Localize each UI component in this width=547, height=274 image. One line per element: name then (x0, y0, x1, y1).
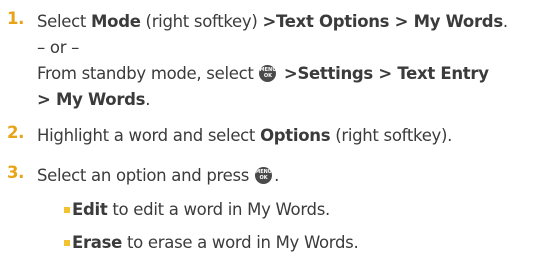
step-text: From standby mode, select (37, 64, 259, 83)
step-text: . (502, 12, 508, 31)
menu-path: >Text Options > My Words (262, 12, 503, 31)
step-body: Select Mode (right softkey) >Text Option… (37, 9, 545, 113)
step-text: Select (37, 12, 92, 31)
menu-path: > My Words (37, 90, 146, 109)
ok-key-label: OK (263, 73, 273, 79)
list-item: Edit to edit a word in My Words. (72, 197, 542, 223)
step-text: Highlight a word and select (37, 126, 261, 145)
step-text: . (145, 90, 151, 109)
step-body: Highlight a word and select Options (rig… (37, 123, 545, 149)
step-line: > My Words. (37, 87, 545, 113)
erase-label: Erase (72, 233, 123, 252)
menu-ok-key-icon: MENU OK (259, 65, 277, 82)
step-text: (right softkey) (140, 12, 263, 31)
step-text: (right softkey). (330, 126, 453, 145)
options-label: Options (260, 126, 331, 145)
edit-label: Edit (72, 200, 108, 219)
step-text: . (274, 166, 280, 185)
step-number: 3. (7, 163, 25, 182)
step-line: Highlight a word and select Options (rig… (37, 123, 545, 149)
option-text: to edit a word in My Words. (107, 200, 330, 219)
step-line: – or – (37, 38, 80, 57)
menu-ok-key-icon: MENU OK (255, 167, 273, 184)
mode-label: Mode (91, 12, 141, 31)
ok-key-label: OK (259, 175, 268, 181)
option-text: to erase a word in My Words. (122, 233, 359, 252)
bullet-icon (64, 207, 70, 213)
step-line: From standby mode, select MENU OK >Settin… (37, 61, 545, 87)
step-number: 1. (7, 9, 25, 28)
step-body: Select an option and press MENU OK. (37, 163, 545, 189)
bullet-icon (64, 240, 70, 246)
step-text: Select an option and press (37, 166, 255, 185)
step-number: 2. (7, 123, 25, 142)
menu-path: >Settings > Text Entry (278, 64, 489, 83)
step-line: Select an option and press MENU OK. (37, 163, 545, 189)
step-line: Select Mode (right softkey) >Text Option… (37, 9, 545, 35)
list-item: Erase to erase a word in My Words. (72, 230, 542, 256)
